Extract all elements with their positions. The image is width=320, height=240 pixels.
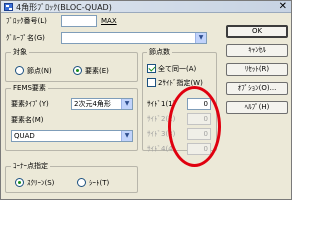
element-type-label: 要素ﾀｲﾌﾟ(Y) <box>11 100 49 108</box>
max-link[interactable]: MAX <box>101 16 117 26</box>
radio-sheet-label: ｼｰﾄ(T) <box>89 179 110 187</box>
fems-element-legend: FEMS要素 <box>11 83 48 93</box>
radio-node[interactable] <box>15 66 24 75</box>
block-number-input[interactable] <box>61 15 97 27</box>
all-same-label: 全て同一(A) <box>158 65 197 73</box>
group-name-label: ｸﾞﾙｰﾌﾟ名(G) <box>6 34 45 42</box>
cancel-button[interactable]: ｷｬﾝｾﾙ <box>226 44 288 57</box>
app-icon <box>4 3 13 11</box>
radio-screen[interactable] <box>15 178 24 187</box>
group-name-dropdown[interactable]: ▼ <box>61 32 207 44</box>
window-title: 4角形ﾌﾞﾛｯｸ(BLOC-QUAD) <box>16 3 112 12</box>
radio-element-label: 要素(E) <box>85 67 109 75</box>
reset-button[interactable]: ﾘｾｯﾄ(R) <box>226 63 288 76</box>
help-button[interactable]: ﾍﾙﾌﾟ(H) <box>226 101 288 114</box>
chevron-down-icon[interactable]: ▼ <box>195 33 206 43</box>
chevron-down-icon[interactable]: ▼ <box>121 99 132 109</box>
element-name-dropdown[interactable]: QUAD ▼ <box>11 130 133 142</box>
radio-screen-label: ｽｸﾘｰﾝ(S) <box>27 179 55 187</box>
element-name-label: 要素名(M) <box>11 116 44 124</box>
element-type-value: 2次元4角形 <box>74 100 111 108</box>
ok-button[interactable]: OK <box>226 25 288 38</box>
red-highlight-ellipse <box>168 86 221 167</box>
dialog-window: 4角形ﾌﾞﾛｯｸ(BLOC-QUAD) ✕ ﾌﾞﾛｯｸ番号(L) MAX ｸﾞﾙ… <box>0 0 292 200</box>
radio-element[interactable] <box>73 66 82 75</box>
element-type-dropdown[interactable]: 2次元4角形 ▼ <box>71 98 133 110</box>
chevron-down-icon[interactable]: ▼ <box>121 131 132 141</box>
target-group: 対象 <box>5 47 138 82</box>
radio-node-label: 節点(N) <box>27 67 52 75</box>
close-icon[interactable]: ✕ <box>279 1 287 13</box>
title-bar: 4角形ﾌﾞﾛｯｸ(BLOC-QUAD) ✕ <box>1 1 291 13</box>
radio-sheet[interactable] <box>77 178 86 187</box>
options-button[interactable]: ｵﾌﾟｼｮﾝ(O)... <box>226 82 288 95</box>
element-name-value: QUAD <box>14 132 35 140</box>
target-legend: 対象 <box>11 47 29 57</box>
corner-point-legend: ｺｰﾅｰ点指定 <box>11 161 50 171</box>
corner-point-group: ｺｰﾅｰ点指定 <box>5 161 138 193</box>
block-number-label: ﾌﾞﾛｯｸ番号(L) <box>6 17 47 25</box>
two-side-checkbox[interactable] <box>147 78 156 87</box>
all-same-checkbox[interactable] <box>147 64 156 73</box>
node-count-legend: 節点数 <box>147 47 172 57</box>
